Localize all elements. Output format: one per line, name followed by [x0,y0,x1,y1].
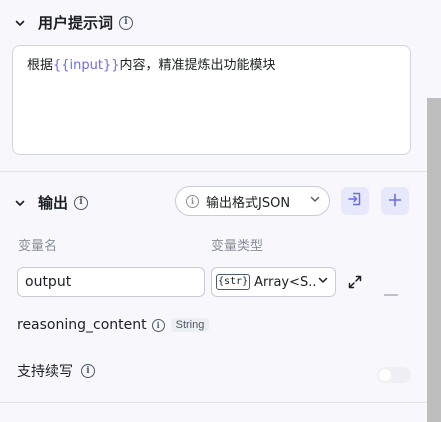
plus-icon [388,192,402,211]
remove-row-button[interactable] [384,281,398,300]
var-type-value: Array<S... [254,274,317,290]
section-divider [0,171,427,172]
info-icon[interactable]: i [74,195,89,210]
var-type-select[interactable]: {str} Array<S... [211,267,336,297]
chevron-down-icon[interactable] [14,17,26,29]
chevron-down-icon[interactable] [14,197,26,209]
prompt-section-title: 用户提示词 [38,14,114,32]
reasoning-content-row: reasoning_content i String [17,317,210,333]
chevron-down-icon [317,274,329,290]
expand-icon[interactable] [347,274,363,294]
scrollbar[interactable] [427,98,441,422]
import-button[interactable] [341,187,369,215]
var-name-header: 变量名 [18,239,58,254]
minus-icon [384,281,398,300]
import-icon [347,191,363,211]
add-output-button[interactable] [381,187,409,215]
section-divider [0,402,427,403]
var-type-header: 变量类型 [211,239,264,254]
continuation-label: 支持续写 [17,364,73,380]
var-name-input[interactable]: output [17,267,205,297]
prompt-variable-input: {{input}} [53,58,120,73]
output-format-select[interactable]: i 输出格式JSON [175,186,330,216]
prompt-textarea[interactable]: 根据{{input}}内容，精准提炼出功能模块 [12,45,411,155]
chevron-down-icon [309,193,321,209]
string-type-icon: {str} [216,274,251,290]
output-section-header: 输出 i [14,192,89,213]
toggle-knob [379,369,391,381]
info-icon: i [186,194,199,208]
info-icon[interactable]: i [151,318,165,332]
continuation-row: 支持续写 i [17,361,95,381]
prompt-text-after: 内容，精准提炼出功能模块 [119,58,276,73]
output-format-label: 输出格式JSON [206,195,291,211]
prompt-section-header: 用户提示词 i [14,12,134,33]
prompt-text-before: 根据 [27,58,54,73]
reasoning-content-label: reasoning_content [17,317,147,333]
info-icon[interactable]: i [119,15,134,30]
type-tag: String [170,318,210,332]
output-section-title: 输出 [38,194,69,212]
info-icon[interactable]: i [81,364,95,378]
